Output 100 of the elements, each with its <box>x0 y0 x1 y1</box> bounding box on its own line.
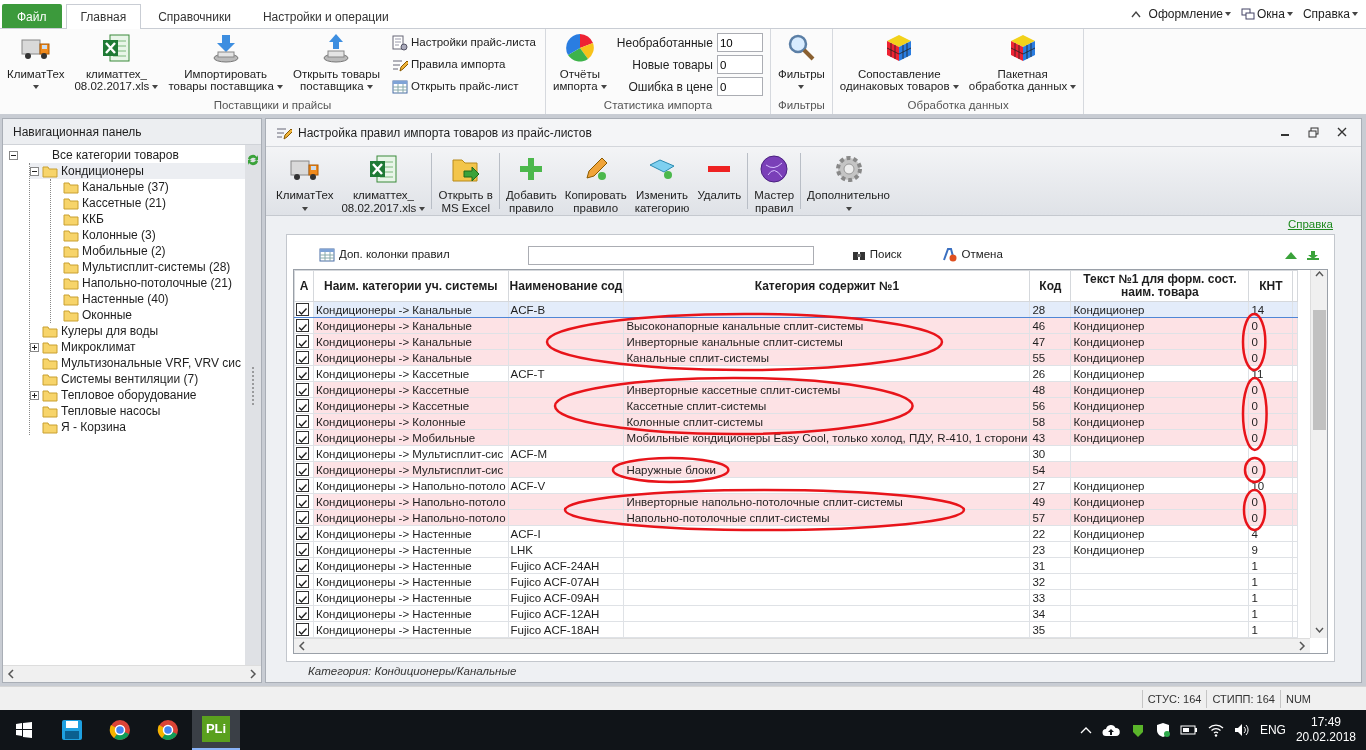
toolbar-button[interactable]: Мастер правил <box>750 153 799 215</box>
checkbox[interactable] <box>296 607 309 620</box>
toolbar-button[interactable]: КлиматТех <box>272 153 338 215</box>
columns-button[interactable]: Доп. колонки правил <box>317 246 452 264</box>
tree-item[interactable]: Мультизональные VRF, VRV сис <box>61 354 242 372</box>
toolbar-button[interactable]: климаттех_ 08.02.2017.xls <box>337 153 430 215</box>
toolbar-button[interactable]: Копировать правило <box>560 153 631 215</box>
tree-item[interactable]: Мобильные (2) <box>82 242 166 260</box>
collapse-icon[interactable] <box>1130 9 1141 18</box>
tree-item[interactable]: Тепловое оборудование <box>61 386 197 404</box>
ribbon-button[interactable]: Открыть товары поставщика <box>289 32 384 92</box>
tree-item[interactable]: Все категории товаров <box>52 146 179 164</box>
ribbon-tab[interactable]: Настройки и операции <box>247 4 404 28</box>
file-menu-button[interactable]: Файл <box>2 4 62 28</box>
checkbox[interactable] <box>296 591 309 604</box>
tree-item[interactable]: Микроклимат <box>61 338 136 356</box>
tree-item[interactable]: Системы вентиляции (7) <box>61 370 199 388</box>
column-header[interactable]: Категория содержит №1 <box>623 270 1030 302</box>
menu-item[interactable]: Окна <box>1239 4 1295 23</box>
ribbon-button[interactable]: Настройки прайс-листа <box>389 32 538 53</box>
ribbon-button[interactable]: Отчёты импорта <box>548 32 611 92</box>
menu-item[interactable]: Оформление <box>1146 4 1234 23</box>
checkbox[interactable] <box>296 367 309 380</box>
close-icon[interactable] <box>1337 127 1347 137</box>
column-header[interactable]: КНТ <box>1248 270 1293 302</box>
checkbox[interactable] <box>296 303 309 316</box>
checkbox[interactable] <box>296 399 309 412</box>
tree-item[interactable]: ККБ <box>82 210 104 228</box>
toolbar-button[interactable]: Изменить категорию <box>630 153 694 215</box>
input-field[interactable]: 0 <box>716 77 763 96</box>
splitter-handle[interactable] <box>251 367 255 407</box>
checkbox[interactable] <box>296 431 309 444</box>
ribbon-button[interactable]: КлиматТех <box>3 32 69 92</box>
help-link[interactable]: Справка <box>1287 216 1333 232</box>
search-field[interactable] <box>527 245 814 265</box>
cloud-icon[interactable] <box>1101 723 1120 737</box>
chevron-up-icon[interactable] <box>1079 726 1092 734</box>
scroll-left-icon[interactable] <box>298 641 306 651</box>
tree-item[interactable]: Мультисплит-системы (28) <box>82 258 231 276</box>
ribbon-button[interactable]: Открыть прайс-лист <box>389 76 538 97</box>
column-header[interactable]: Текст №1 для форм. сост. наим. товара <box>1070 270 1249 302</box>
scrollbar[interactable] <box>1310 270 1327 638</box>
speaker-icon[interactable] <box>1233 723 1250 737</box>
tree-item[interactable]: Кулеры для воды <box>61 322 159 340</box>
ribbon-tab[interactable]: Главная <box>65 4 142 29</box>
tree-item[interactable]: Я - Корзина <box>61 418 127 436</box>
column-header[interactable]: Наим. категории уч. системы <box>313 270 509 302</box>
search-button[interactable]: Поиск <box>849 246 904 264</box>
checkbox[interactable] <box>296 527 309 540</box>
ribbon-button[interactable]: Сопоставление одинаковых товаров <box>835 32 963 92</box>
scroll-right-icon[interactable] <box>249 669 257 679</box>
toolbar-button[interactable]: Удалить <box>693 153 746 202</box>
input-field[interactable]: 10 <box>716 33 763 52</box>
checkbox[interactable] <box>296 623 309 636</box>
tree-item[interactable]: Кассетные (21) <box>82 194 167 212</box>
battery-icon[interactable] <box>1179 724 1198 736</box>
checkbox[interactable] <box>296 495 309 508</box>
scroll-down-icon[interactable] <box>1314 626 1324 634</box>
clock[interactable]: 17:49 20.02.2018 <box>1295 715 1356 745</box>
move-down-icon[interactable] <box>1306 250 1320 260</box>
tree-item[interactable]: Канальные (37) <box>82 178 169 196</box>
checkbox[interactable] <box>296 335 309 348</box>
ribbon-button[interactable]: климаттех_ 08.02.2017.xls <box>70 32 163 92</box>
checkbox[interactable] <box>296 479 309 492</box>
scrollbar[interactable] <box>3 665 261 682</box>
tree-item[interactable]: Настенные (40) <box>82 290 169 308</box>
toolbar-button[interactable]: Добавить правило <box>501 153 561 215</box>
checkbox[interactable] <box>296 447 309 460</box>
wifi-icon[interactable] <box>1207 723 1224 737</box>
checkbox[interactable] <box>296 511 309 524</box>
menu-item[interactable]: Справка <box>1300 4 1360 23</box>
checkbox[interactable] <box>296 319 309 332</box>
tree-item[interactable]: Оконные <box>82 306 132 324</box>
collapse-icon[interactable] <box>30 166 39 176</box>
input-field[interactable]: 0 <box>716 55 763 74</box>
collapse-icon[interactable] <box>9 150 18 160</box>
checkbox[interactable] <box>296 383 309 396</box>
ribbon-tab[interactable]: Справочники <box>143 4 246 28</box>
checkbox[interactable] <box>296 575 309 588</box>
cancel-button[interactable]: Отмена <box>939 246 1005 264</box>
scrollbar[interactable] <box>294 638 1310 653</box>
scroll-up-icon[interactable] <box>1314 270 1324 278</box>
column-header[interactable]: А <box>294 270 314 302</box>
toolbar-button[interactable]: Дополнительно <box>803 153 894 215</box>
column-header[interactable]: Наименование сод <box>508 270 624 302</box>
toolbar-button[interactable]: Открыть в MS Excel <box>434 153 497 215</box>
language-indicator[interactable]: ENG <box>1259 721 1286 739</box>
expand-icon[interactable] <box>30 390 39 400</box>
tree-item[interactable]: Колонные (3) <box>82 226 156 244</box>
tree-item[interactable]: Напольно-потолочные (21) <box>82 274 232 292</box>
checkbox[interactable] <box>296 543 309 556</box>
ribbon-button[interactable]: Пакетная обработка данных <box>964 32 1081 92</box>
ribbon-button[interactable]: Импортировать товары поставщика <box>164 32 287 92</box>
checkbox[interactable] <box>296 463 309 476</box>
move-up-icon[interactable] <box>1284 250 1298 260</box>
column-header[interactable]: Код <box>1029 270 1071 302</box>
tree-item[interactable]: Тепловые насосы <box>61 402 161 420</box>
checkbox[interactable] <box>296 351 309 364</box>
expand-icon[interactable] <box>30 342 39 352</box>
checkbox[interactable] <box>296 415 309 428</box>
